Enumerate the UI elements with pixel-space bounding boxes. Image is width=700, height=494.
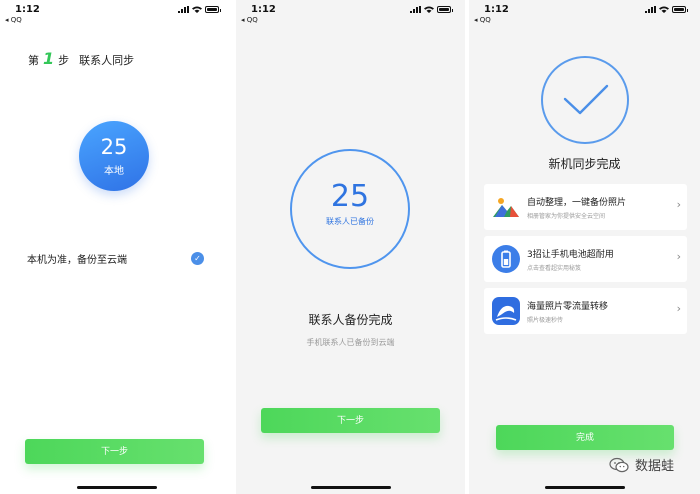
card-subtitle: 照片极速秒传 xyxy=(527,317,564,324)
step-suffix: 步 xyxy=(58,54,70,67)
checkmark-icon xyxy=(563,84,609,115)
local-contact-count: 25 xyxy=(100,135,128,159)
signal-icon xyxy=(645,6,656,13)
checkmark-icon[interactable]: ✓ xyxy=(191,251,204,265)
battery-status-icon xyxy=(437,6,453,13)
sync-complete-title: 新机同步完成 xyxy=(548,157,621,171)
back-to-qq-link[interactable]: ◂ QQ xyxy=(5,16,22,24)
home-indicator[interactable] xyxy=(310,486,391,489)
backup-count: 25 xyxy=(330,179,370,214)
local-contacts-circle: 25 本地 xyxy=(79,121,149,191)
local-label: 本地 xyxy=(104,166,124,177)
wifi-icon xyxy=(192,6,202,13)
done-button[interactable]: 完成 xyxy=(496,425,674,450)
back-to-qq-link[interactable]: ◂ QQ xyxy=(241,16,258,24)
backup-complete-subtitle: 手机联系人已备份到云端 xyxy=(306,338,395,347)
phone-screen-backup-done: 1:12 ◂ QQ 25 联系人已备份 联系人备份完成 手机联系人已备份到云端 … xyxy=(236,0,465,494)
status-time: 1:12 xyxy=(484,4,509,15)
step-prefix: 第 xyxy=(28,54,39,67)
home-indicator[interactable] xyxy=(76,486,157,489)
battery-status-icon xyxy=(205,6,221,13)
battery-icon xyxy=(492,245,520,273)
backup-option-row[interactable]: 本机为准，备份至云端 ✓ xyxy=(27,249,204,267)
watermark-text: 数据蛙 xyxy=(634,459,674,474)
step-title: 第 1 步 联系人同步 xyxy=(28,49,134,68)
chevron-right-icon: › xyxy=(676,250,681,263)
phone-screen-step1: 1:12 ◂ QQ 第 1 步 联系人同步 25 本地 本机为准，备份至云端 ✓… xyxy=(0,0,233,494)
sea-icon xyxy=(492,297,520,325)
phone-screen-sync-done: 1:12 ◂ QQ 新机同步完成 自动整理，一键备份照片 相册管家为你提供安全云… xyxy=(469,0,700,494)
success-check-circle xyxy=(541,56,629,144)
backup-progress-ring: 25 联系人已备份 xyxy=(290,149,410,269)
chevron-right-icon: › xyxy=(676,198,681,211)
status-bar: 1:12 ◂ QQ xyxy=(0,0,233,26)
card-title: 3招让手机电池超耐用 xyxy=(527,250,614,260)
wifi-icon xyxy=(659,6,669,13)
signal-icon xyxy=(178,6,189,13)
card-title: 海量照片零流量转移 xyxy=(527,302,609,312)
status-bar: 1:12 ◂ QQ xyxy=(236,0,465,26)
home-indicator[interactable] xyxy=(544,486,625,489)
card-subtitle: 相册管家为你提供安全云空间 xyxy=(527,213,606,220)
back-to-qq-link[interactable]: ◂ QQ xyxy=(474,16,491,24)
list-item-photo-backup[interactable]: 自动整理，一键备份照片 相册管家为你提供安全云空间 › xyxy=(484,184,687,230)
battery-status-icon xyxy=(672,6,688,13)
next-step-button[interactable]: 下一步 xyxy=(261,408,440,433)
next-step-button[interactable]: 下一步 xyxy=(25,439,204,464)
status-icons xyxy=(410,6,453,13)
list-item-battery-tips[interactable]: 3招让手机电池超耐用 点击查看超实用秘笈 › xyxy=(484,236,687,282)
status-icons xyxy=(645,6,688,13)
status-time: 1:12 xyxy=(251,4,276,15)
backup-complete-title: 联系人备份完成 xyxy=(308,313,393,327)
list-item-photo-transfer[interactable]: 海量照片零流量转移 照片极速秒传 › xyxy=(484,288,687,334)
recommendation-list: 自动整理，一键备份照片 相册管家为你提供安全云空间 › 3招让手机电池超耐用 点… xyxy=(484,184,687,340)
status-bar: 1:12 ◂ QQ xyxy=(469,0,700,26)
screenshot-collage: 1:12 ◂ QQ 第 1 步 联系人同步 25 本地 本机为准，备份至云端 ✓… xyxy=(0,0,700,494)
wechat-icon xyxy=(609,457,629,472)
photo-icon xyxy=(493,198,519,217)
backup-option-label: 本机为准，备份至云端 xyxy=(27,254,127,266)
step-number: 1 xyxy=(43,49,55,68)
status-time: 1:12 xyxy=(15,4,40,15)
card-subtitle: 点击查看超实用秘笈 xyxy=(527,265,582,272)
watermark: 数据蛙 xyxy=(609,455,674,474)
chevron-right-icon: › xyxy=(676,302,681,315)
wifi-icon xyxy=(424,6,434,13)
step-name: 联系人同步 xyxy=(79,54,135,67)
status-icons xyxy=(178,6,221,13)
signal-icon xyxy=(410,6,421,13)
backup-count-label: 联系人已备份 xyxy=(326,217,374,226)
card-title: 自动整理，一键备份照片 xyxy=(527,198,627,208)
